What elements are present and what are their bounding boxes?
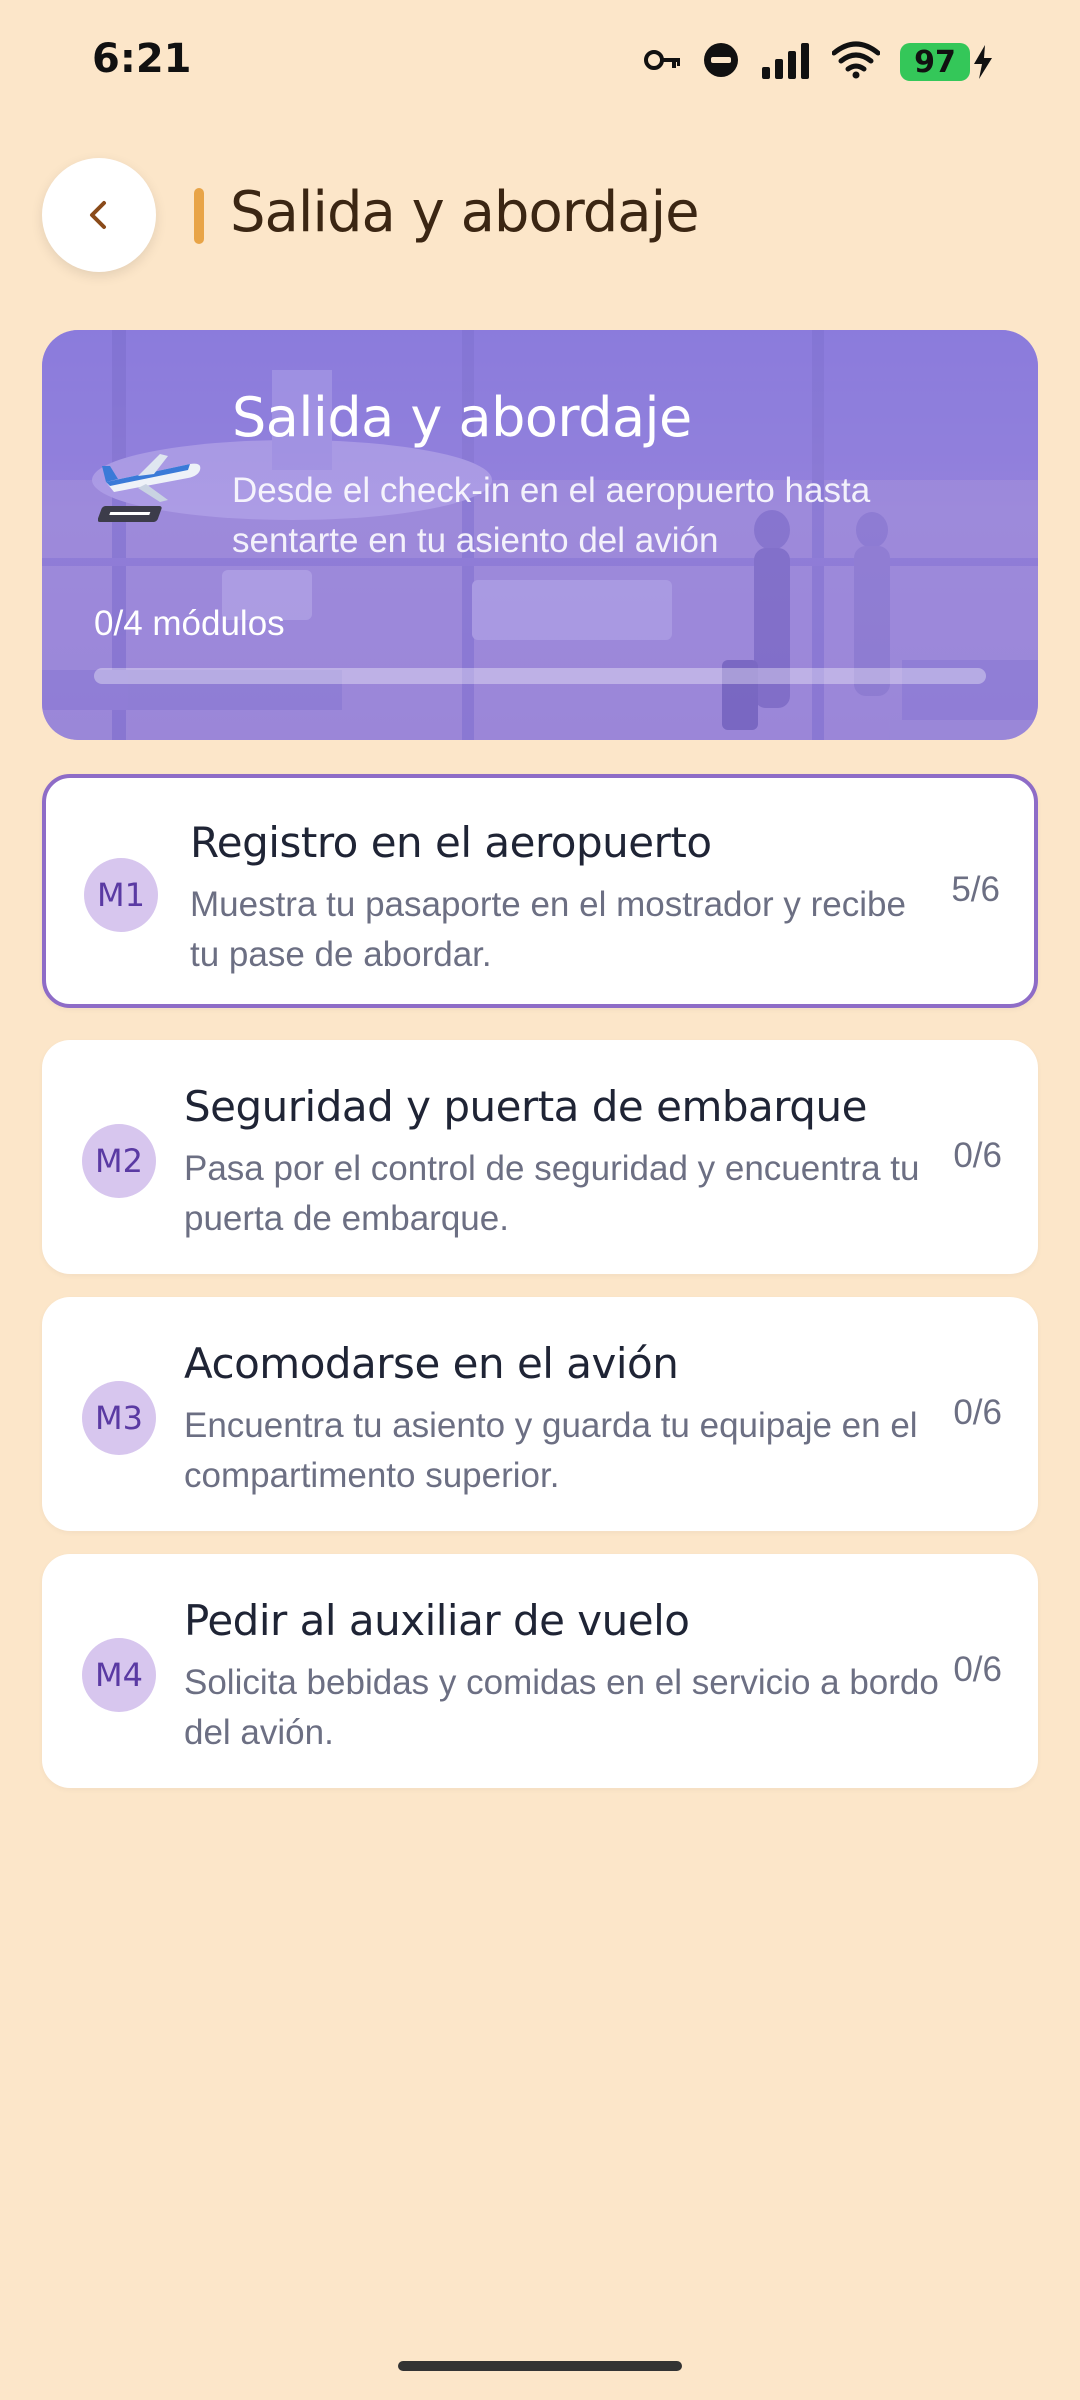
module-description: Encuentra tu asiento y guarda tu equipaj… [184, 1406, 918, 1495]
status-time: 6:21 [92, 36, 192, 82]
unit-hero-card: Salida y abordaje Desde el check-in en e… [42, 330, 1038, 740]
hero-progress-label: 0/4 módulos [94, 604, 285, 643]
status-icons: 97 [644, 38, 994, 86]
status-bar: 6:21 97 [0, 0, 1080, 120]
module-badge: M2 [82, 1124, 156, 1198]
home-indicator[interactable] [398, 2361, 682, 2371]
back-button[interactable] [42, 158, 156, 272]
wifi-icon [831, 41, 881, 84]
battery-level: 97 [900, 43, 970, 81]
module-description: Pasa por el control de seguridad y encue… [184, 1149, 920, 1238]
key-icon [644, 47, 682, 78]
module-title: Acomodarse en el avión [184, 1339, 679, 1388]
hero-subtitle: Desde el check-in en el aeropuerto hasta… [232, 471, 871, 560]
module-card-m2[interactable]: M2 Seguridad y puerta de embarque Pasa p… [42, 1040, 1038, 1274]
hero-title: Salida y abordaje [232, 386, 692, 449]
hero-progress-bar [94, 668, 986, 684]
do-not-disturb-icon [702, 41, 740, 84]
module-badge: M4 [82, 1638, 156, 1712]
module-card-m1[interactable]: M1 Registro en el aeropuerto Muestra tu … [42, 774, 1038, 1008]
airplane-icon [98, 454, 201, 522]
module-progress-count: 0/6 [953, 1393, 1002, 1432]
module-card-m3[interactable]: M3 Acomodarse en el avión Encuentra tu a… [42, 1297, 1038, 1531]
chevron-left-icon [90, 201, 106, 229]
module-badge: M1 [84, 858, 158, 932]
module-description: Solicita bebidas y comidas en el servici… [184, 1663, 939, 1752]
module-progress-count: 5/6 [951, 870, 1000, 909]
module-title: Pedir al auxiliar de vuelo [184, 1596, 690, 1645]
charging-icon [974, 45, 992, 79]
title-accent-bar [194, 188, 204, 244]
module-progress-count: 0/6 [953, 1136, 1002, 1175]
module-title: Seguridad y puerta de embarque [184, 1082, 867, 1131]
page-title: Salida y abordaje [230, 180, 700, 245]
module-description: Muestra tu pasaporte en el mostrador y r… [190, 885, 906, 974]
signal-icon [760, 41, 812, 84]
module-progress-count: 0/6 [953, 1650, 1002, 1689]
module-badge: M3 [82, 1381, 156, 1455]
module-card-m4[interactable]: M4 Pedir al auxiliar de vuelo Solicita b… [42, 1554, 1038, 1788]
battery-indicator: 97 [900, 43, 994, 81]
module-title: Registro en el aeropuerto [190, 818, 712, 867]
